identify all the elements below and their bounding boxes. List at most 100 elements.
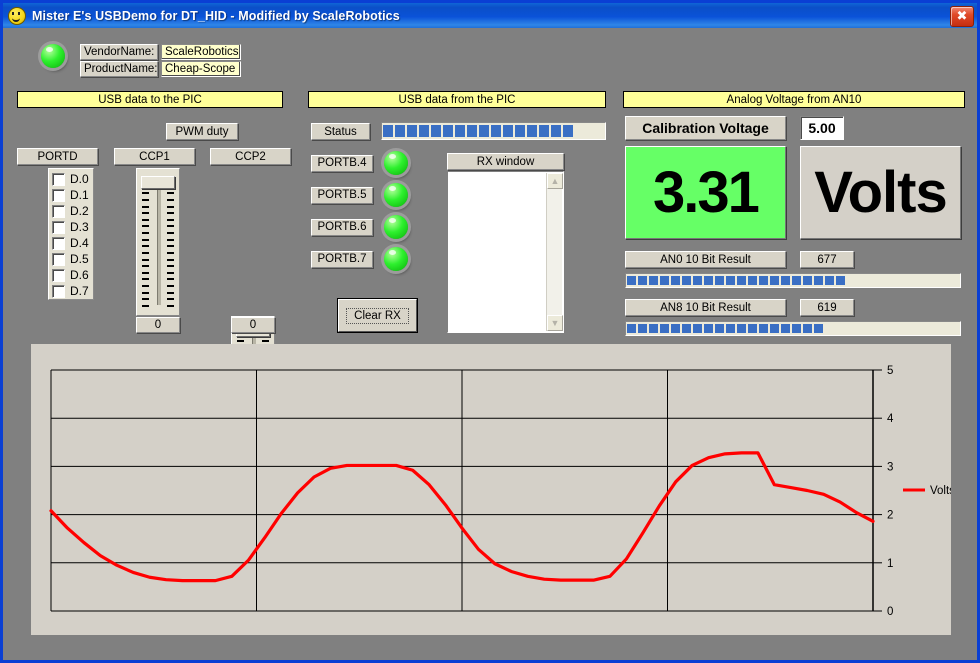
portd-bit-row[interactable]: D.6 (52, 267, 90, 283)
portb-row: PORTB.5 (311, 183, 416, 207)
rx-window-textarea[interactable]: ▲ ▼ (447, 171, 564, 333)
voltage-chart: 012345Volts (31, 344, 951, 635)
an0-label: AN0 10 Bit Result (625, 251, 786, 268)
portd-checkbox-D5[interactable] (52, 253, 65, 266)
portd-checkbox-D0[interactable] (52, 173, 65, 186)
portd-checkbox-label: D.3 (70, 220, 89, 234)
portd-bit-row[interactable]: D.2 (52, 203, 90, 219)
progress-block (770, 276, 779, 285)
rx-window-scrollbar[interactable]: ▲ ▼ (546, 173, 562, 331)
progress-block (407, 125, 417, 137)
portd-checkbox-D2[interactable] (52, 205, 65, 218)
progress-block (638, 276, 647, 285)
progress-block (825, 324, 834, 333)
portd-bit-row[interactable]: D.5 (52, 251, 90, 267)
calibration-voltage-input[interactable]: 5.00 (800, 116, 844, 140)
progress-block (551, 125, 561, 137)
progress-block (913, 324, 922, 333)
portb-row: PORTB.6 (311, 215, 416, 239)
portd-checkbox-label: D.1 (70, 188, 89, 202)
portd-checkbox-label: D.2 (70, 204, 89, 218)
progress-block (563, 125, 573, 137)
calibration-voltage-label: Calibration Voltage (625, 116, 786, 140)
portd-label: PORTD (17, 148, 98, 165)
progress-block (935, 276, 944, 285)
progress-block (726, 324, 735, 333)
progress-block (858, 324, 867, 333)
portd-checkbox-D4[interactable] (52, 237, 65, 250)
portb-label-PORTB6: PORTB.6 (311, 219, 373, 236)
y-tick-label: 1 (887, 558, 893, 570)
progress-block (781, 276, 790, 285)
progress-block (891, 276, 900, 285)
analog-panel-header: Analog Voltage from AN10 (623, 91, 965, 108)
ccp1-value: 0 (136, 317, 180, 333)
progress-block (649, 276, 658, 285)
portd-bit-row[interactable]: D.0 (52, 171, 90, 187)
status-label: Status (311, 123, 370, 140)
portd-checkbox-D7[interactable] (52, 285, 65, 298)
portb-label-PORTB4: PORTB.4 (311, 155, 373, 172)
portd-bit-row[interactable]: D.3 (52, 219, 90, 235)
progress-block (847, 276, 856, 285)
progress-block (627, 276, 636, 285)
y-tick-label: 4 (887, 413, 894, 425)
title-bar: Mister E's USBDemo for DT_HID - Modified… (3, 3, 977, 28)
y-tick-label: 0 (887, 606, 893, 618)
portd-checkbox-label: D.7 (70, 284, 89, 298)
window-title: Mister E's USBDemo for DT_HID - Modified… (32, 9, 400, 23)
progress-block (748, 324, 757, 333)
ccp1-slider[interactable] (136, 168, 180, 316)
progress-block (770, 324, 779, 333)
progress-block (924, 276, 933, 285)
progress-block (682, 324, 691, 333)
progress-block (649, 324, 658, 333)
progress-block (704, 324, 713, 333)
progress-block (902, 276, 911, 285)
connection-led (41, 44, 65, 68)
close-button[interactable]: ✖ (950, 6, 974, 27)
portd-bit-row[interactable]: D.4 (52, 235, 90, 251)
progress-block (913, 276, 922, 285)
progress-block (759, 276, 768, 285)
portd-bit-row[interactable]: D.1 (52, 187, 90, 203)
rx-window-title: RX window (447, 153, 564, 170)
green-led (384, 215, 408, 239)
progress-block (479, 125, 489, 137)
portd-checkbox-label: D.4 (70, 236, 89, 250)
clear-rx-label: Clear RX (346, 308, 409, 324)
chevron-up-icon[interactable]: ▲ (547, 173, 563, 189)
portd-checkbox-D3[interactable] (52, 221, 65, 234)
an0-value: 677 (800, 251, 854, 268)
portb-label-PORTB5: PORTB.5 (311, 187, 373, 204)
portd-checkbox-D6[interactable] (52, 269, 65, 282)
progress-block (527, 125, 537, 137)
ccp2-label: CCP2 (210, 148, 291, 165)
green-led (384, 183, 408, 207)
ccp1-ticks-left (142, 179, 149, 307)
portd-checkbox-label: D.5 (70, 252, 89, 266)
chevron-down-icon[interactable]: ▼ (547, 315, 563, 331)
progress-block (880, 324, 889, 333)
progress-block (935, 324, 944, 333)
progress-block (836, 276, 845, 285)
rx-panel-header: USB data from the PIC (308, 91, 606, 108)
progress-block (660, 276, 669, 285)
progress-block (587, 125, 597, 137)
progress-block (443, 125, 453, 137)
tx-panel-header: USB data to the PIC (17, 91, 283, 108)
progress-block (503, 125, 513, 137)
ccp1-thumb[interactable] (141, 176, 175, 189)
portd-bit-row[interactable]: D.7 (52, 283, 90, 299)
progress-block (792, 324, 801, 333)
y-tick-label: 5 (887, 365, 893, 377)
clear-rx-button[interactable]: Clear RX (338, 299, 417, 332)
progress-block (880, 276, 889, 285)
progress-block (748, 276, 757, 285)
progress-block (737, 324, 746, 333)
progress-block (419, 125, 429, 137)
progress-block (847, 324, 856, 333)
progress-block (946, 276, 955, 285)
portd-checkbox-D1[interactable] (52, 189, 65, 202)
progress-block (693, 324, 702, 333)
